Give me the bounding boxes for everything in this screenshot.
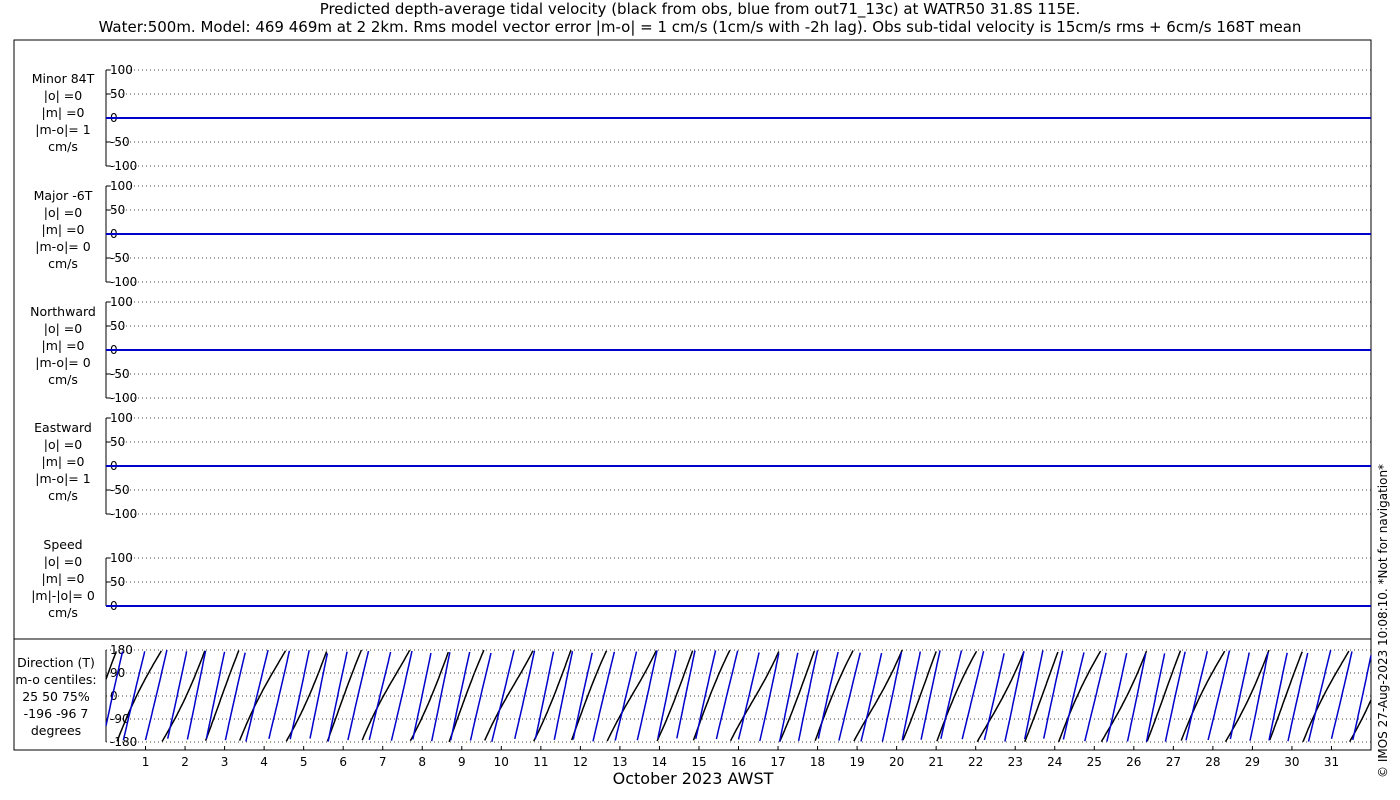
xtick-label-18: 19 [849,755,864,769]
ytick-label-major-0: 100 [110,179,133,193]
ytick-label-major-3: -50 [110,251,130,265]
ytick-label-minor-4: -100 [110,159,137,173]
panel-label-east-0: Eastward [34,420,92,435]
xtick-label-19: 20 [889,755,904,769]
xtick-label-11: 12 [573,755,588,769]
xtick-label-14: 15 [691,755,706,769]
xtick-label-6: 7 [379,755,387,769]
panel-label-north-4: cm/s [48,372,78,387]
panel-label-minor-1: |o| =0 [44,88,83,103]
xtick-label-21: 22 [968,755,983,769]
panel-label-speed-2: |m| =0 [42,571,85,586]
ytick-label-minor-3: -50 [110,135,130,149]
panel-label-east-3: |m-o|= 1 [35,471,90,486]
xtick-label-22: 23 [1008,755,1023,769]
direction-label-0: Direction (T) [17,655,95,670]
xtick-label-1: 2 [181,755,189,769]
xtick-label-9: 10 [494,755,509,769]
xtick-label-27: 28 [1205,755,1220,769]
ytick-label-east-3: -50 [110,483,130,497]
xtick-label-15: 16 [731,755,746,769]
xtick-label-4: 5 [300,755,308,769]
credit-text: © IMOS 27-Aug-2023 10:08:10. *Not for na… [1376,464,1390,778]
ytick-label-east-0: 100 [110,411,133,425]
direction-label-4: degrees [31,723,81,738]
xtick-label-26: 27 [1166,755,1181,769]
panel-label-east-4: cm/s [48,488,78,503]
panel-label-speed-3: |m|-|o|= 0 [31,588,95,603]
panel-label-north-0: Northward [30,304,96,319]
panel-label-speed-4: cm/s [48,605,78,620]
panel-label-east-2: |m| =0 [42,454,85,469]
xtick-label-3: 4 [260,755,268,769]
xtick-label-24: 25 [1087,755,1102,769]
tidal-velocity-chart: 100500-50-100Minor 84T|o| =0|m| =0|m-o|=… [13,39,1390,788]
ytick-label-north-3: -50 [110,367,130,381]
panel-label-speed-0: Speed [43,537,82,552]
direction-label-3: -196 -96 7 [24,706,89,721]
ytick-label-north-0: 100 [110,295,133,309]
xtick-label-13: 14 [652,755,667,769]
ytick-label-east-1: 50 [110,435,125,449]
xtick-label-28: 29 [1245,755,1260,769]
panel-label-north-1: |o| =0 [44,321,83,336]
xtick-label-30: 31 [1324,755,1339,769]
ytick-label-minor-0: 100 [110,63,133,77]
xtick-label-16: 17 [770,755,785,769]
xtick-label-25: 26 [1126,755,1141,769]
panel-label-east-1: |o| =0 [44,437,83,452]
xtick-label-8: 9 [458,755,466,769]
ytick-label-major-4: -100 [110,275,137,289]
direction-label-2: 25 50 75% [22,689,90,704]
panel-label-major-1: |o| =0 [44,205,83,220]
xtick-label-23: 24 [1047,755,1062,769]
x-axis-label: October 2023 AWST [613,769,774,788]
direction-label-1: m-o centiles: [15,672,96,687]
xtick-label-10: 11 [533,755,548,769]
xtick-label-20: 21 [929,755,944,769]
panel-label-minor-2: |m| =0 [42,105,85,120]
xtick-label-5: 6 [339,755,347,769]
xtick-label-12: 13 [612,755,627,769]
upper-panels-frame [13,39,1372,640]
ytick-label-minor-1: 50 [110,87,125,101]
xtick-label-7: 8 [418,755,426,769]
panel-label-minor-3: |m-o|= 1 [35,122,90,137]
panel-label-north-2: |m| =0 [42,338,85,353]
panel-label-major-4: cm/s [48,256,78,271]
panel-label-major-3: |m-o|= 0 [35,239,90,254]
panel-label-major-2: |m| =0 [42,222,85,237]
panel-label-minor-4: cm/s [48,139,78,154]
panel-label-major-0: Major -6T [34,188,93,203]
panel-label-north-3: |m-o|= 0 [35,355,90,370]
ytick-label-north-1: 50 [110,319,125,333]
xtick-label-0: 1 [142,755,150,769]
panel-label-speed-1: |o| =0 [44,554,83,569]
panel-label-minor-0: Minor 84T [32,71,95,86]
ytick-label-speed-1: 50 [110,575,125,589]
ytick-label-major-1: 50 [110,203,125,217]
xtick-label-2: 3 [221,755,229,769]
ytick-label-speed-0: 100 [110,551,133,565]
ytick-label-east-4: -100 [110,507,137,521]
xtick-label-17: 18 [810,755,825,769]
ytick-label-north-4: -100 [110,391,137,405]
xtick-label-29: 30 [1284,755,1299,769]
